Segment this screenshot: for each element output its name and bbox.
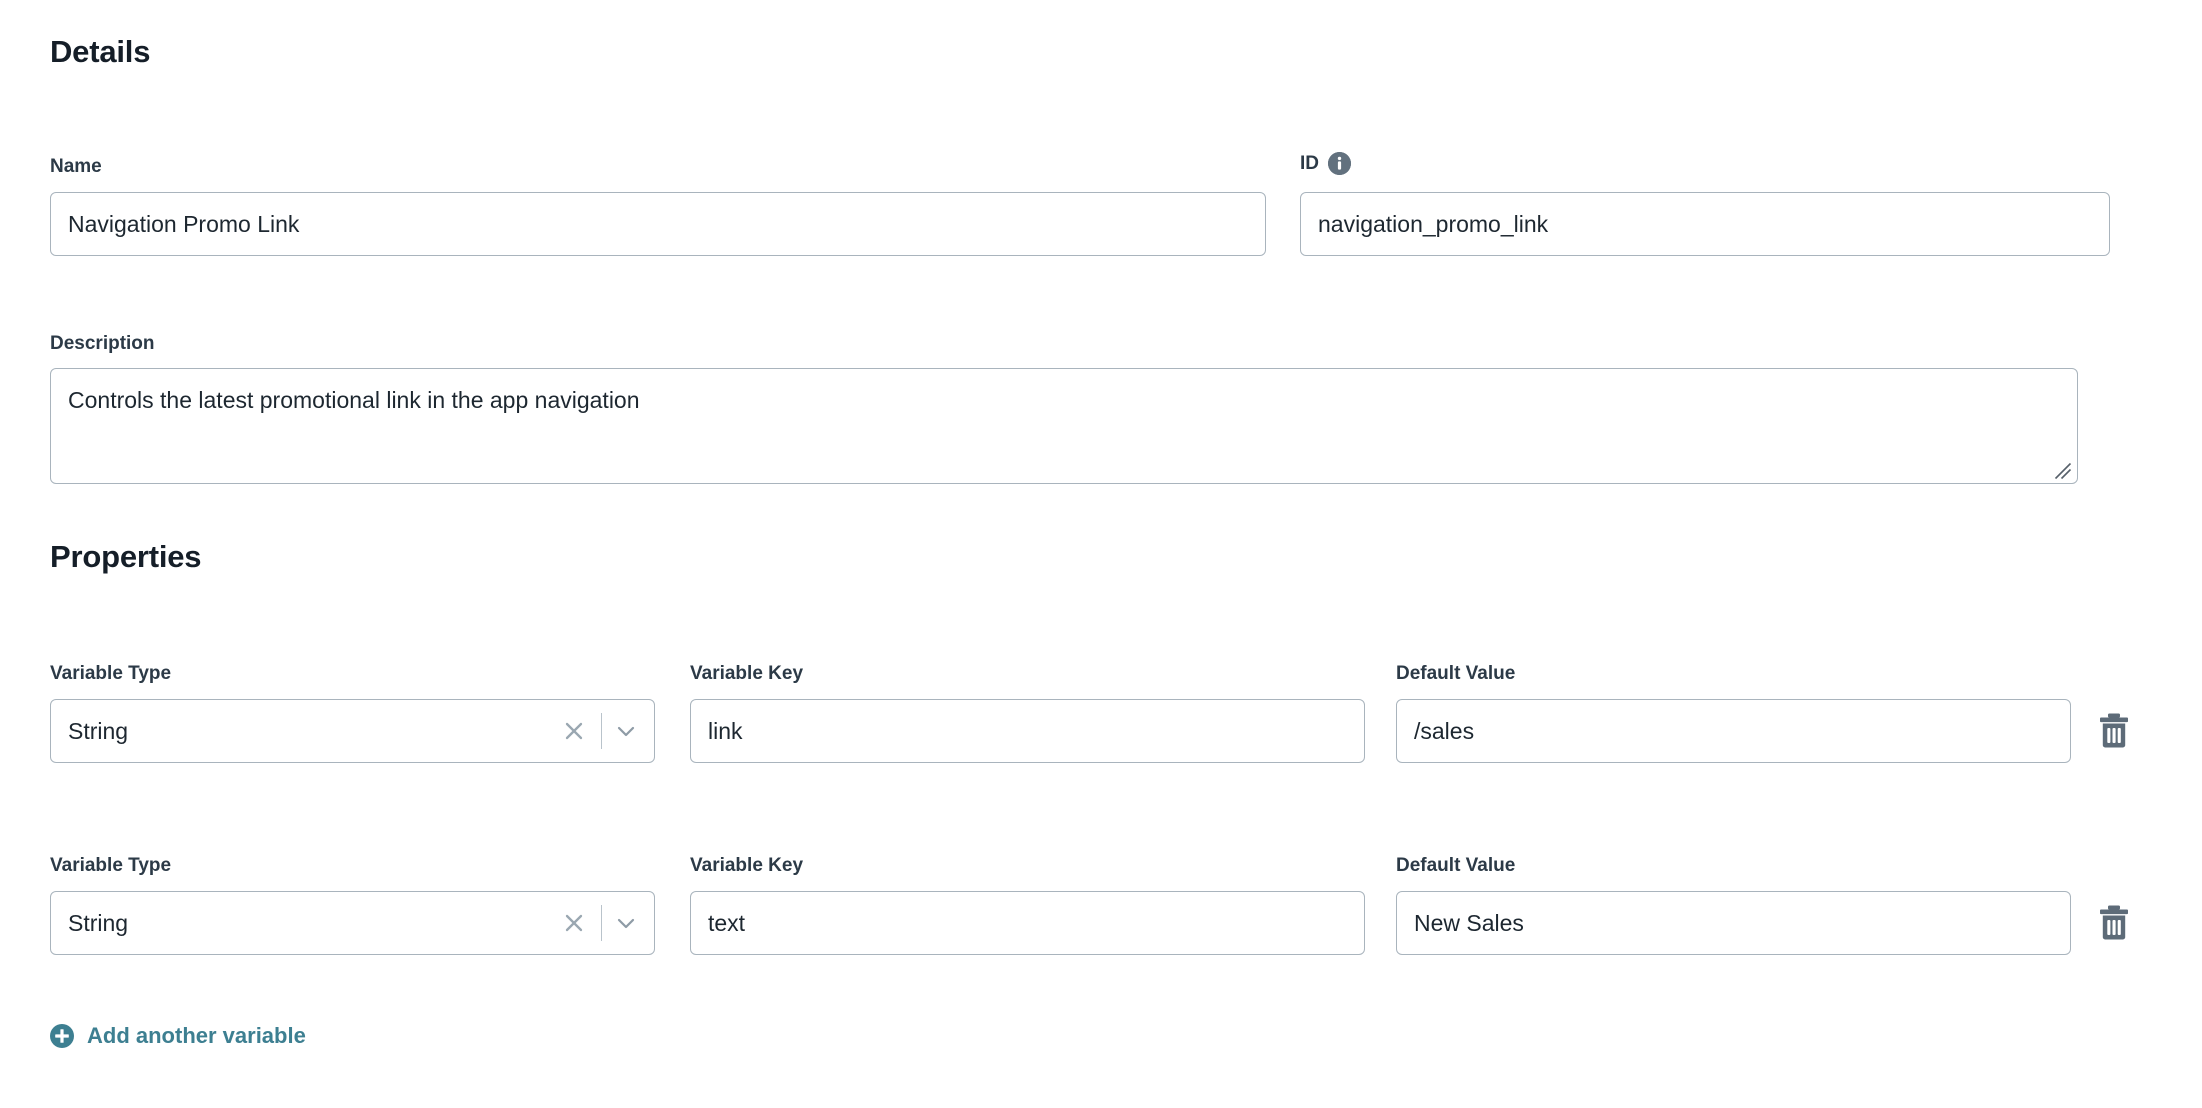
- add-another-variable-label: Add another variable: [87, 1023, 306, 1048]
- default-value-input-row-1[interactable]: [1396, 699, 2071, 763]
- variable-details-form: Details Name ID Description Properties V…: [0, 0, 2202, 1108]
- variable-key-label-row-2: Variable Key: [690, 855, 804, 876]
- description-field-label: Description: [50, 333, 155, 354]
- variable-key-input-row-1[interactable]: [690, 699, 1365, 763]
- trash-icon[interactable]: [2097, 712, 2131, 750]
- variable-type-value-row-1: String: [68, 717, 129, 744]
- variable-type-label-row-2: Variable Type: [50, 855, 172, 876]
- id-field-label-group: ID: [1300, 152, 1351, 175]
- add-another-variable-button[interactable]: Add another variable: [50, 1023, 306, 1049]
- variable-type-label-row-1: Variable Type: [50, 663, 172, 684]
- plus-circle-icon: [50, 1024, 74, 1048]
- info-icon[interactable]: [1328, 152, 1351, 175]
- properties-section-heading: Properties: [50, 539, 202, 574]
- description-textarea[interactable]: [50, 368, 2078, 484]
- name-field-label: Name: [50, 156, 102, 177]
- trash-icon[interactable]: [2097, 904, 2131, 942]
- variable-key-input-row-2[interactable]: [690, 891, 1365, 955]
- default-value-label-row-2: Default Value: [1396, 855, 1516, 876]
- select-divider: [600, 713, 602, 749]
- close-icon[interactable]: [561, 718, 587, 744]
- id-input[interactable]: [1300, 192, 2110, 256]
- id-field-label: ID: [1300, 153, 1319, 174]
- default-value-label-row-1: Default Value: [1396, 663, 1516, 684]
- chevron-down-icon[interactable]: [612, 909, 640, 937]
- variable-type-select-row-1[interactable]: String: [50, 699, 655, 763]
- close-icon[interactable]: [561, 910, 587, 936]
- details-section-heading: Details: [50, 34, 151, 69]
- default-value-input-row-2[interactable]: [1396, 891, 2071, 955]
- chevron-down-icon[interactable]: [612, 717, 640, 745]
- select-divider: [600, 905, 602, 941]
- variable-type-value-row-2: String: [68, 909, 129, 936]
- variable-type-select-row-2[interactable]: String: [50, 891, 655, 955]
- variable-key-label-row-1: Variable Key: [690, 663, 804, 684]
- name-input[interactable]: [50, 192, 1266, 256]
